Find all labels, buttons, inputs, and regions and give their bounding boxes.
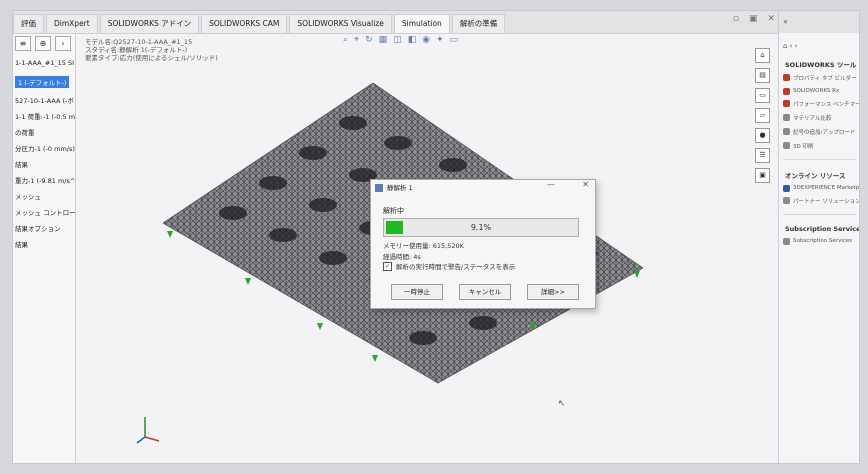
collapse-arrows-icon[interactable]: « bbox=[783, 17, 788, 26]
analysis-status: 解析中 bbox=[383, 207, 404, 215]
tab-simulation[interactable]: Simulation bbox=[393, 14, 450, 33]
divider bbox=[783, 214, 856, 215]
coordinate-triad bbox=[136, 417, 160, 444]
appearances-icon[interactable]: ● bbox=[755, 128, 770, 143]
subscription-title: Subscription Services bbox=[785, 225, 860, 233]
home-icon[interactable]: ⌂ bbox=[755, 48, 770, 63]
show-warnings-checkbox-row: ✓ 解析の実行時間で警告/ステータスを表示 bbox=[383, 261, 515, 271]
tree-item-results[interactable]: 結果 bbox=[13, 156, 75, 172]
tool-symbol-upload[interactable]: 記号の追加/アップロード bbox=[779, 125, 859, 139]
cancel-button[interactable]: キャンセル bbox=[459, 284, 511, 300]
display-style-icon[interactable]: ◧ bbox=[408, 35, 417, 45]
study-name-label: スタディ名:静解析 1(-デフォルト-) bbox=[85, 46, 188, 54]
tree-item-gravity[interactable]: 重力-1 (-9.81 m/s^2-) bbox=[13, 172, 75, 188]
memory-usage: メモリー使用量: 615,520K bbox=[383, 242, 464, 250]
task-pane-home-row: ⌂ ‹ › bbox=[779, 33, 859, 55]
task-pane: « ⌂ ‹ › SOLIDWORKS ツール プロパティ タブ ビルダー SOL… bbox=[778, 11, 860, 463]
progress-bar: 9.1% bbox=[383, 218, 579, 237]
home-nav-icon[interactable]: ⌂ ‹ › bbox=[779, 42, 798, 50]
link-subscription-services[interactable]: Subscription Services bbox=[779, 235, 859, 247]
rotate-icon[interactable]: ↻ bbox=[365, 35, 373, 45]
scene-icon[interactable]: ▭ bbox=[450, 35, 459, 45]
hide-show-icon[interactable]: ◉ bbox=[422, 35, 430, 45]
restore-icon[interactable]: ▫ bbox=[733, 14, 739, 24]
link-partner-solutions[interactable]: パートナー ソリューション bbox=[779, 194, 859, 208]
tab-solidworks-addins[interactable]: SOLIDWORKS アドイン bbox=[99, 14, 200, 33]
tree-item-results-warning[interactable]: 結果 bbox=[13, 236, 75, 252]
tree-item-mesh-control[interactable]: メッシュ コントロール bbox=[13, 204, 75, 220]
task-pane-tabs: ⌂ ▤ ▭ ▱ ● ☰ ▣ bbox=[755, 48, 773, 183]
task-pane-header: « bbox=[779, 11, 859, 33]
window-controls: ▫ ▣ ✕ bbox=[733, 14, 775, 24]
tab-solidworks-visualize[interactable]: SOLIDWORKS Visualize bbox=[289, 14, 392, 33]
feature-manager-icon[interactable]: ≡ bbox=[15, 36, 31, 51]
heads-up-view-toolbar: ⌕ ⌖ ↻ ▦ ◫ ◧ ◉ ✦ ▭ bbox=[343, 35, 458, 45]
tool-performance-benchmark[interactable]: パフォーマンス ベンチマーク bbox=[779, 97, 859, 111]
tab-evaluate[interactable]: 評価 bbox=[13, 14, 44, 33]
zoom-icon[interactable]: ⌕ bbox=[343, 35, 348, 45]
element-type-label: 要素タイプ:応力(使用によるシェル/ソリッド) bbox=[85, 54, 218, 62]
link-3dexperience-marketplace[interactable]: 3DEXPERIENCE Marketplace bbox=[779, 182, 859, 194]
tree-item-load[interactable]: 1-1 荷重:-1 (-0.5 mm/1 bbox=[13, 108, 75, 124]
dialog-buttons: 一時停止 キャンセル 詳細>> bbox=[391, 284, 579, 300]
tree-item-result-options[interactable]: 結果オプション bbox=[13, 220, 75, 236]
show-warnings-checkbox[interactable]: ✓ bbox=[383, 261, 392, 271]
tool-property-tab-builder[interactable]: プロパティ タブ ビルダー bbox=[779, 71, 859, 85]
elapsed-time: 経過時間: 4s bbox=[383, 253, 421, 261]
simulation-window: 評価 DimXpert SOLIDWORKS アドイン SOLIDWORKS C… bbox=[12, 10, 860, 464]
dialog-title: 静解析 1 bbox=[371, 180, 595, 196]
view-orientation-icon[interactable]: ◫ bbox=[393, 35, 402, 45]
tool-solidworks-rx[interactable]: SOLIDWORKS Rx bbox=[779, 85, 859, 97]
target-icon[interactable]: ⊕ bbox=[35, 36, 51, 51]
tab-analysis-prep[interactable]: 解析の準備 bbox=[451, 14, 506, 33]
tool-material-compare[interactable]: マテリアル比較 bbox=[779, 111, 859, 125]
command-manager-tabs: 評価 DimXpert SOLIDWORKS アドイン SOLIDWORKS C… bbox=[13, 11, 783, 34]
tool-3d-print[interactable]: 3D 印刷 bbox=[779, 139, 859, 153]
model-name-label: モデル名:Q2527-10-1-AAA_#1_15 bbox=[85, 38, 193, 46]
custom-properties-icon[interactable]: ☰ bbox=[755, 148, 770, 163]
appearance-icon[interactable]: ✦ bbox=[436, 35, 444, 45]
tree-item-part[interactable]: 527-10-1-AAA (-ボリューム-) bbox=[13, 92, 75, 108]
tab-solidworks-cam[interactable]: SOLIDWORKS CAM bbox=[201, 14, 288, 33]
tree-item-pressure[interactable]: 分圧力-1 (-0 mm/s) bbox=[13, 140, 75, 156]
minimize-icon[interactable]: — bbox=[547, 180, 555, 189]
tree-item-study[interactable]: 1 (-デフォルト-) bbox=[15, 76, 70, 88]
details-button[interactable]: 詳細>> bbox=[527, 284, 579, 300]
mouse-cursor-icon: ↖ bbox=[558, 399, 566, 409]
dialog-close-icon[interactable]: ✕ bbox=[582, 180, 589, 189]
analysis-progress-dialog: 静解析 1 — ✕ 解析中 9.1% メモリー使用量: 615,520K 経過時… bbox=[370, 179, 596, 309]
tree-item-external-loads[interactable]: の荷重 bbox=[13, 124, 75, 140]
model-info: モデル名:Q2527-10-1-AAA_#1_15 スタディ名:静解析 1(-デ… bbox=[85, 38, 218, 62]
tree-item-model[interactable]: 1-1-AAA_#1_15 SI bbox=[13, 56, 75, 70]
simulation-study-tree: ≡ ⊕ › 1-1-AAA_#1_15 SI 1 (-デフォルト-) 527-1… bbox=[13, 34, 76, 463]
tree-toolbar: ≡ ⊕ › bbox=[13, 34, 75, 56]
online-resources-title: オンライン リソース bbox=[785, 172, 846, 180]
view-palette-icon[interactable]: ▣ bbox=[755, 168, 770, 183]
file-explorer-icon[interactable]: ▭ bbox=[755, 88, 770, 103]
progress-percent: 9.1% bbox=[470, 223, 492, 232]
show-warnings-label: 解析の実行時間で警告/ステータスを表示 bbox=[396, 263, 516, 271]
section-view-icon[interactable]: ▦ bbox=[379, 35, 388, 45]
design-library-icon[interactable]: ▤ bbox=[755, 68, 770, 83]
tile-icon[interactable]: ▣ bbox=[749, 14, 758, 24]
tab-dimxpert[interactable]: DimXpert bbox=[46, 14, 98, 33]
folder-icon[interactable]: ▱ bbox=[755, 108, 770, 123]
tree-item-mesh[interactable]: メッシュ bbox=[13, 188, 75, 204]
pause-button[interactable]: 一時停止 bbox=[391, 284, 443, 300]
divider bbox=[783, 159, 856, 160]
zoom-area-icon[interactable]: ⌖ bbox=[354, 35, 359, 45]
expand-arrow-icon[interactable]: › bbox=[55, 36, 71, 51]
tools-section-title: SOLIDWORKS ツール bbox=[785, 61, 857, 69]
close-icon[interactable]: ✕ bbox=[767, 14, 775, 24]
